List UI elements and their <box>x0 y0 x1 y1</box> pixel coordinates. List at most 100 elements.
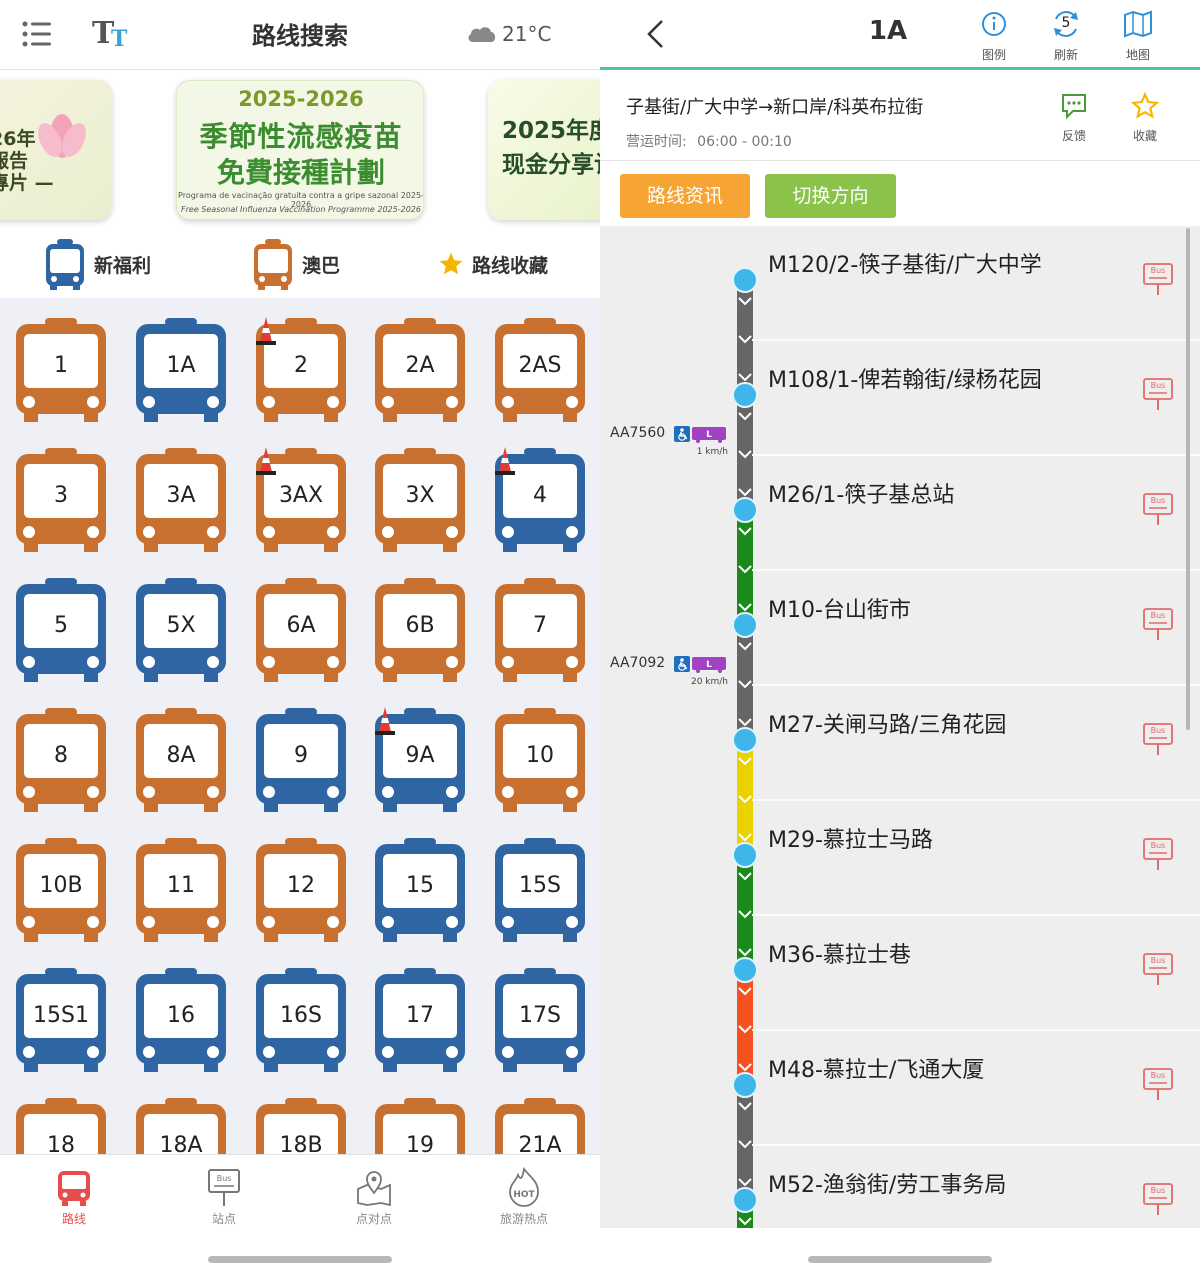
legend-button[interactable]: 图例 <box>964 8 1024 64</box>
bus-stop-icon[interactable]: Bus <box>1142 952 1174 986</box>
route-tile-4[interactable]: 4 <box>494 446 586 556</box>
route-tile-9[interactable]: 9 <box>255 706 347 816</box>
route-tile-1a[interactable]: 1A <box>135 316 227 426</box>
route-tile-18b[interactable]: 18B <box>255 1096 347 1154</box>
route-segment <box>737 855 753 970</box>
bus-stop-icon[interactable]: Bus <box>1142 492 1174 526</box>
stop-row[interactable]: M108/1-俾若翰街/绿杨花园 Bus <box>752 339 1200 454</box>
nav-point-to-point[interactable]: 点对点 <box>314 1163 434 1226</box>
banner-cash-share[interactable]: 2025年度 现金分享计划 <box>488 80 600 220</box>
bus-stop-icon[interactable]: Bus <box>1142 1182 1174 1216</box>
stop-marker <box>732 497 758 523</box>
refresh-label: 刷新 <box>1053 48 1078 62</box>
stop-row[interactable]: M36-慕拉士巷 Bus <box>752 914 1200 1029</box>
stop-row[interactable]: M27-关闸马路/三角花园 Bus <box>752 684 1200 799</box>
bus-stop-icon[interactable]: Bus <box>1142 722 1174 756</box>
stop-name: M108/1-俾若翰街/绿杨花园 <box>768 368 1042 393</box>
filter-transmac[interactable]: 澳巴 <box>252 238 340 290</box>
stop-row[interactable]: M48-慕拉士/飞通大厦 Bus <box>752 1029 1200 1144</box>
back-arrow-icon[interactable] <box>644 18 668 50</box>
route-tile-11[interactable]: 11 <box>135 836 227 946</box>
route-number: 17S <box>519 1003 561 1028</box>
route-tile-15[interactable]: 15 <box>374 836 466 946</box>
nav-tourist-spots[interactable]: HOT 旅游热点 <box>464 1163 584 1226</box>
stop-row[interactable]: M52-渔翁街/劳工事务局 Bus <box>752 1144 1200 1228</box>
route-info-button[interactable]: 路线资讯 <box>620 174 750 218</box>
filter-new-era[interactable]: 新福利 <box>44 238 151 290</box>
stop-row[interactable]: M26/1-筷子基总站 Bus <box>752 454 1200 569</box>
hours-value: 06:00 - 00:10 <box>697 134 792 150</box>
route-tile-15s1[interactable]: 15S1 <box>15 966 107 1076</box>
stop-row[interactable]: M10-台山街市 Bus <box>752 569 1200 684</box>
home-indicator[interactable] <box>808 1256 992 1263</box>
route-tile-6a[interactable]: 6A <box>255 576 347 686</box>
stop-name: M52-渔翁街/劳工事务局 <box>768 1173 1007 1198</box>
route-tile-5[interactable]: 5 <box>15 576 107 686</box>
route-tile-19[interactable]: 19 <box>374 1096 466 1154</box>
route-tile-9a[interactable]: 9A <box>374 706 466 816</box>
route-tile-12[interactable]: 12 <box>255 836 347 946</box>
route-tile-3ax[interactable]: 3AX <box>255 446 347 556</box>
map-button[interactable]: 地图 <box>1108 8 1168 64</box>
stop-marker <box>732 267 758 293</box>
route-tile-10b[interactable]: 10B <box>15 836 107 946</box>
route-tile-10[interactable]: 10 <box>494 706 586 816</box>
route-number: 4 <box>533 483 547 508</box>
route-number: 17 <box>406 1003 434 1028</box>
route-tile-8[interactable]: 8 <box>15 706 107 816</box>
bus-position-marker[interactable]: AA7092 L 20 km/h <box>608 655 728 695</box>
banner-report[interactable]: 26年 報告 專片 — <box>0 80 112 220</box>
nav-stops[interactable]: Bus 站点 <box>164 1163 284 1226</box>
route-tile-1[interactable]: 1 <box>15 316 107 426</box>
route-tile-18[interactable]: 18 <box>15 1096 107 1154</box>
temperature: 21°C <box>502 22 552 46</box>
route-tile-3[interactable]: 3 <box>15 446 107 556</box>
favorite-button[interactable]: 收藏 <box>1115 91 1175 147</box>
stop-row[interactable]: M120/2-筷子基街/广大中学 Bus <box>752 226 1200 339</box>
route-tile-8a[interactable]: 8A <box>135 706 227 816</box>
filter-favorites[interactable]: 路线收藏 <box>438 238 548 290</box>
route-tile-3a[interactable]: 3A <box>135 446 227 556</box>
route-tile-16s[interactable]: 16S <box>255 966 347 1076</box>
filter-label: 路线收藏 <box>472 254 549 277</box>
route-tile-3x[interactable]: 3X <box>374 446 466 556</box>
svg-text:L: L <box>706 660 712 670</box>
stop-row[interactable]: M29-慕拉士马路 Bus <box>752 799 1200 914</box>
route-tile-5x[interactable]: 5X <box>135 576 227 686</box>
route-tile-18a[interactable]: 18A <box>135 1096 227 1154</box>
banner-right-text: 2025年度 现金分享计划 <box>502 118 600 178</box>
direction-chevrons <box>738 297 752 382</box>
stop-list[interactable]: M120/2-筷子基街/广大中学 Bus M108/1-俾若翰街/绿杨花园 Bus M2… <box>600 226 1200 1228</box>
route-number: 5X <box>166 613 196 638</box>
bus-stop-icon[interactable]: Bus <box>1142 837 1174 871</box>
refresh-button[interactable]: 5 刷新 <box>1036 8 1096 64</box>
bus-stop-icon[interactable]: Bus <box>1142 377 1174 411</box>
nav-label: 路线 <box>61 1212 86 1226</box>
stop-name: M120/2-筷子基街/广大中学 <box>768 253 1042 278</box>
route-tile-15s[interactable]: 15S <box>494 836 586 946</box>
route-tile-2[interactable]: 2 <box>255 316 347 426</box>
route-number: 15S <box>519 873 561 898</box>
route-tile-17[interactable]: 17 <box>374 966 466 1076</box>
stop-name: M36-慕拉士巷 <box>768 943 911 968</box>
route-tile-2a[interactable]: 2A <box>374 316 466 426</box>
bus-stop-icon[interactable]: Bus <box>1142 262 1174 296</box>
route-tile-2as[interactable]: 2AS <box>494 316 586 426</box>
route-tile-7[interactable]: 7 <box>494 576 586 686</box>
route-tile-6b[interactable]: 6B <box>374 576 466 686</box>
route-tile-21a[interactable]: 21A <box>494 1096 586 1154</box>
info-icon <box>982 12 1006 36</box>
switch-direction-button[interactable]: 切换方向 <box>765 174 896 218</box>
bus-position-marker[interactable]: AA7560 L 1 km/h <box>608 425 728 465</box>
route-tile-16[interactable]: 16 <box>135 966 227 1076</box>
bus-stop-icon[interactable]: Bus <box>1142 607 1174 641</box>
route-tile-17s[interactable]: 17S <box>494 966 586 1076</box>
route-number: 15S1 <box>33 1003 89 1028</box>
bus-stop-icon[interactable]: Bus <box>1142 1067 1174 1101</box>
banner-flu-vaccine[interactable]: 2025-2026 季節性流感疫苗 免費接種計劃 Programa de vac… <box>176 80 424 220</box>
bus-icon <box>58 1171 90 1206</box>
home-indicator[interactable] <box>208 1256 392 1263</box>
stop-list-scrollbar[interactable] <box>1186 228 1190 730</box>
feedback-button[interactable]: 反馈 <box>1044 91 1104 147</box>
nav-routes[interactable]: 路线 <box>14 1163 134 1226</box>
